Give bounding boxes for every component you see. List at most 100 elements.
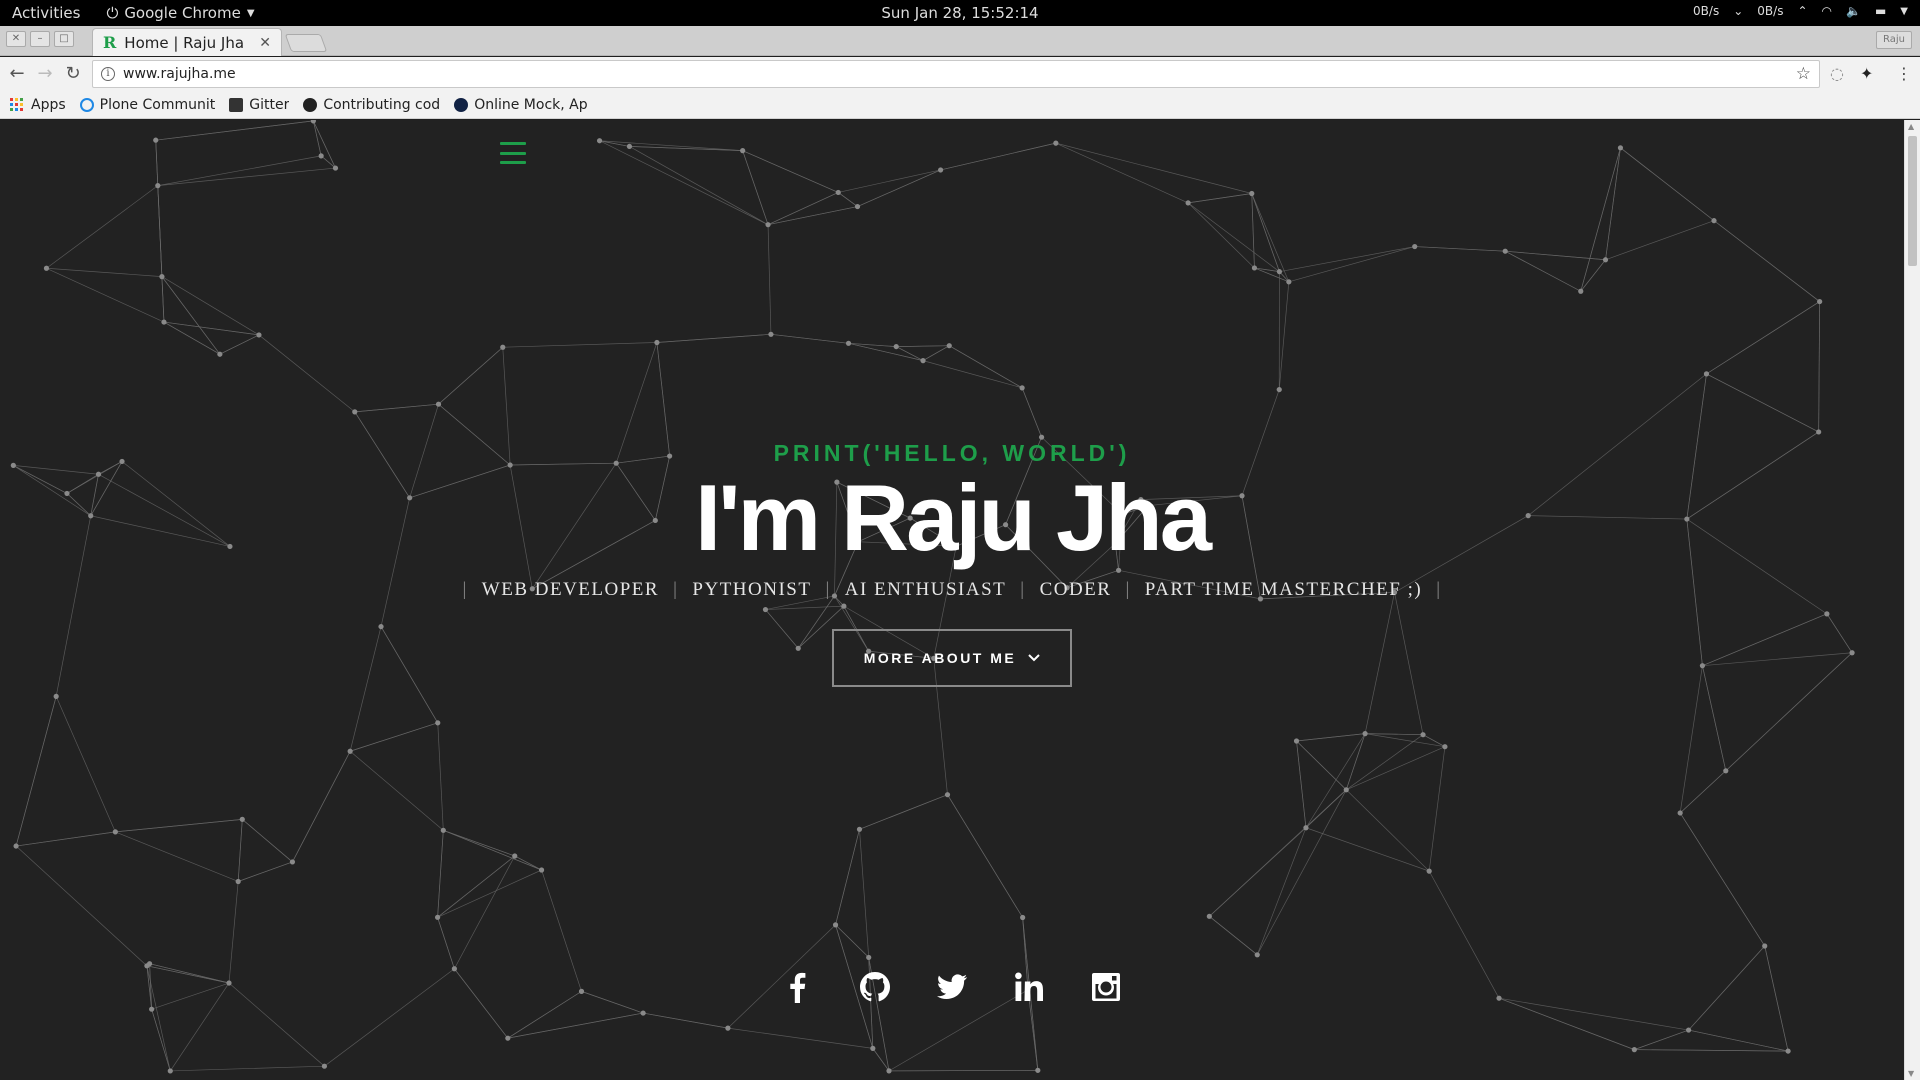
network-node [1578, 288, 1584, 294]
network-link [1345, 733, 1366, 790]
network-link [443, 830, 542, 871]
more-about-me-label: MORE ABOUT ME [863, 650, 1017, 666]
network-node [765, 222, 771, 228]
network-node [155, 183, 161, 189]
page-scrollbar[interactable]: ▲ ▼ [1904, 120, 1920, 1080]
instagram-icon[interactable] [1089, 970, 1123, 1004]
network-link [922, 345, 950, 361]
network-node [500, 344, 506, 350]
network-node [318, 153, 324, 159]
network-link [1296, 740, 1347, 791]
network-link [770, 333, 849, 344]
network-link [767, 192, 839, 226]
network-link [258, 334, 355, 413]
volume-icon[interactable]: 🔈 [1846, 4, 1861, 18]
forward-icon[interactable]: → [34, 63, 56, 85]
facebook-icon[interactable] [781, 970, 815, 1004]
app-menu[interactable]: ⏻ Google Chrome ▼ [106, 4, 254, 22]
network-link [742, 150, 839, 193]
network-link [889, 1069, 1038, 1072]
network-link [1605, 220, 1715, 261]
role-item: WEB DEVELOPER [481, 579, 660, 600]
network-node [938, 167, 944, 173]
network-node [920, 358, 926, 364]
bookmark-apps[interactable]: Apps [10, 97, 66, 113]
network-node [161, 319, 167, 325]
linkedin-icon[interactable] [1012, 970, 1046, 1004]
network-node [435, 401, 442, 407]
reload-icon[interactable]: ↻ [62, 63, 84, 85]
network-link [1278, 281, 1290, 390]
extension-icon[interactable]: ✦ [1860, 64, 1873, 83]
network-link [313, 120, 336, 169]
close-window-button[interactable]: ✕ [6, 31, 26, 47]
network-link [292, 751, 351, 863]
network-node [768, 331, 774, 337]
battery-icon[interactable]: ▬ [1875, 4, 1886, 18]
network-link [1305, 733, 1366, 828]
network-link [767, 224, 772, 335]
bookmark-star-icon[interactable]: ☆ [1796, 64, 1811, 84]
tab-title: Home | Raju Jha [124, 33, 245, 52]
twitter-icon[interactable] [935, 970, 969, 1004]
back-icon[interactable]: ← [6, 63, 28, 85]
profile-button[interactable]: Raju [1876, 31, 1912, 49]
network-node [640, 1010, 646, 1016]
network-node [1053, 140, 1059, 146]
activities-button[interactable]: Activities [12, 4, 80, 22]
network-link [437, 830, 444, 918]
network-link [155, 120, 314, 141]
network-link [1505, 250, 1581, 292]
network-link [1580, 259, 1606, 292]
network-link [838, 192, 858, 207]
network-link [46, 185, 159, 269]
wifi-icon[interactable]: ◠ [1822, 4, 1832, 18]
network-link [437, 917, 455, 969]
page-content: PRINT('HELLO, WORLD') I'm Raju Jha | WEB… [0, 120, 1904, 1080]
maximize-window-button[interactable]: □ [54, 31, 74, 47]
network-link [1634, 1049, 1789, 1052]
network-link [896, 346, 924, 361]
network-node [505, 1035, 511, 1041]
github-icon[interactable] [858, 970, 892, 1004]
chevron-down-icon[interactable]: ▼ [1900, 6, 1908, 17]
new-tab-button[interactable] [284, 34, 328, 52]
network-link [437, 869, 542, 918]
network-node [217, 351, 223, 357]
network-link [656, 333, 771, 343]
scroll-down-icon[interactable]: ▼ [1908, 1069, 1914, 1078]
network-link [1620, 147, 1715, 221]
network-node [1602, 257, 1609, 263]
scrollbar-thumb[interactable] [1908, 136, 1917, 266]
network-node [239, 816, 245, 822]
network-link [46, 267, 165, 323]
bookmark-online-mock[interactable]: Online Mock, Ap [454, 97, 588, 113]
address-bar[interactable]: i www.rajujha.me ☆ [92, 60, 1820, 88]
menu-hamburger-icon[interactable] [500, 142, 526, 164]
bookmarks-bar: Apps Plone Communit Gitter Contributing … [0, 91, 1920, 119]
network-node [1817, 298, 1823, 305]
extension-icon[interactable]: ◌ [1830, 64, 1844, 83]
bookmark-label: Plone Communit [99, 96, 216, 113]
menu-kebab-icon[interactable]: ⋮ [1896, 64, 1912, 83]
network-link [1279, 246, 1415, 273]
info-icon[interactable]: i [101, 67, 115, 81]
network-node [1785, 1048, 1791, 1054]
url-text[interactable]: www.rajujha.me [123, 66, 1796, 82]
role-item: PYTHONIST [692, 579, 812, 600]
clock[interactable]: Sun Jan 28, 15:52:14 [881, 4, 1038, 22]
scroll-up-icon[interactable]: ▲ [1908, 122, 1914, 131]
network-node [1631, 1047, 1637, 1053]
tab-home[interactable]: R Home | Raju Jha ✕ [92, 28, 282, 56]
chevron-down-icon: ▼ [246, 7, 255, 19]
minimize-window-button[interactable]: – [30, 31, 50, 47]
network-link [1346, 746, 1446, 791]
more-about-me-button[interactable]: MORE ABOUT ME [831, 629, 1073, 687]
network-node [845, 340, 852, 346]
bookmark-plone[interactable]: Plone Communit [79, 96, 216, 113]
close-icon[interactable]: ✕ [259, 35, 271, 51]
bookmark-contributing[interactable]: Contributing cod [303, 97, 440, 113]
github-icon [303, 97, 318, 112]
network-node [144, 963, 150, 969]
bookmark-gitter[interactable]: Gitter [229, 97, 289, 113]
